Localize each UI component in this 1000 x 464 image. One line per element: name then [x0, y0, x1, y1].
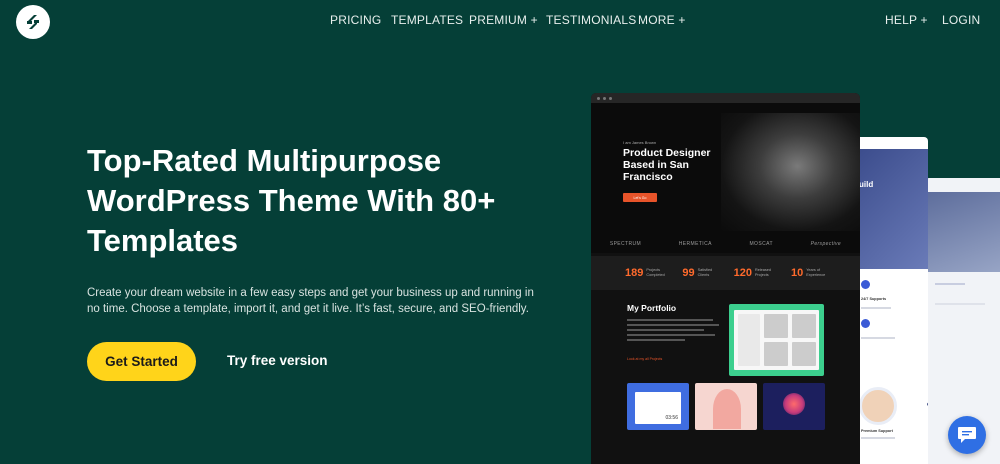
- text-line: [627, 334, 716, 336]
- portfolio-text: [627, 319, 723, 344]
- portfolio-tile-illustration: [695, 383, 757, 430]
- template-hero-image: [855, 149, 928, 269]
- feature-text: our: [927, 402, 928, 408]
- support-avatar: [859, 387, 897, 425]
- mockup-hero: I am James Brown Product Designer Based …: [591, 103, 860, 253]
- fashion-screenshot: [734, 310, 819, 370]
- window-dot: [597, 96, 600, 100]
- portfolio-tile-calendar: 03:56: [627, 383, 689, 430]
- hero-subtitle: Create your dream website in a few easy …: [87, 287, 534, 315]
- portfolio-title: My Portfolio: [627, 303, 677, 313]
- z-logo-icon: [27, 15, 39, 29]
- top-nav: PRICING TEMPLATES PREMIUM + TESTIMONIALS…: [0, 0, 1000, 40]
- stat-value: 189: [625, 267, 644, 279]
- stat-label: Years of Experience: [806, 268, 826, 277]
- stat-item: 99 Satisfied Clients: [682, 267, 719, 279]
- client-logos: SPECTRUM HERMETICA MOSCAT Perspective: [591, 241, 860, 247]
- calendar-widget: 03:56: [635, 392, 681, 424]
- hero-title: Top-Rated Multipurpose WordPress Theme W…: [87, 143, 496, 258]
- client-logo: HERMETICA: [678, 241, 712, 247]
- client-logo: MOSCAT: [749, 241, 773, 247]
- template-heading: uild: [859, 180, 874, 189]
- image-block: [792, 342, 816, 366]
- text-line: [861, 307, 891, 309]
- portfolio-tile-abstract: [763, 383, 825, 430]
- stat-label: Released Projects: [754, 268, 772, 277]
- window-dot: [603, 96, 606, 100]
- stat-value: 120: [733, 267, 752, 279]
- calendar-time: 03:56: [665, 415, 678, 421]
- stat-label: Projects Completed: [646, 268, 665, 277]
- text-line: [861, 337, 895, 339]
- support-label: 24/7 Supports: [861, 297, 887, 301]
- image-block: [764, 314, 788, 338]
- nav-more[interactable]: MORE +: [638, 13, 686, 27]
- chat-button[interactable]: [948, 416, 986, 454]
- text-line: [935, 283, 965, 285]
- client-logo: Perspective: [810, 241, 842, 247]
- image-block: [738, 314, 760, 366]
- stat-item: 189 Projects Completed: [625, 267, 668, 279]
- try-free-version-link[interactable]: Try free version: [227, 353, 328, 368]
- nav-templates[interactable]: TEMPLATES: [391, 13, 463, 27]
- abstract-orb: [783, 393, 805, 415]
- nav-testimonials[interactable]: TESTIMONIALS: [546, 13, 636, 27]
- get-started-button[interactable]: Get Started: [87, 342, 196, 381]
- stat-item: 120 Released Projects: [734, 267, 777, 279]
- text-line: [627, 324, 720, 326]
- image-block: [792, 314, 816, 338]
- template-preview-back: uild 24/7 Supports our Premium Support: [855, 137, 928, 464]
- nav-premium[interactable]: PREMIUM +: [469, 13, 538, 27]
- designer-portrait: [721, 113, 860, 231]
- premium-support-label: Premium Support: [861, 429, 893, 433]
- nav-help[interactable]: HELP +: [885, 13, 928, 27]
- window-dot: [609, 96, 612, 100]
- stat-item: 10 Years of Experience: [791, 267, 828, 279]
- mockup-eyebrow: I am James Brown: [623, 140, 657, 145]
- portfolio-link: Look at my all Projects: [627, 357, 663, 361]
- logo-icon[interactable]: [16, 5, 50, 39]
- browser-bar: [591, 93, 860, 103]
- chat-bubble-icon: [958, 427, 976, 443]
- mockup-cta-button: Let's Go: [623, 193, 657, 202]
- mockup-title: Product Designer Based in San Francisco: [623, 147, 711, 183]
- nav-pricing[interactable]: PRICING: [330, 13, 381, 27]
- client-logo: SPECTRUM: [609, 241, 642, 247]
- text-line: [627, 339, 685, 341]
- text-line: [627, 329, 704, 331]
- nav-login[interactable]: LOGIN: [942, 13, 980, 27]
- stat-value: 10: [790, 267, 804, 279]
- text-line: [935, 303, 985, 305]
- feature-icon: [861, 280, 870, 289]
- text-line: [861, 437, 895, 439]
- illustration-figure: [713, 389, 741, 429]
- team-photo: [925, 192, 1000, 272]
- stat-label: Satisfied Clients: [697, 268, 713, 277]
- text-line: [627, 319, 714, 321]
- portfolio-card-fashion: [729, 304, 824, 376]
- stat-value: 99: [682, 267, 695, 279]
- image-block: [764, 342, 788, 366]
- mockup-stats: 189 Projects Completed 99 Satisfied Clie…: [591, 256, 860, 290]
- template-preview-main: I am James Brown Product Designer Based …: [591, 93, 860, 464]
- feature-icon: [861, 319, 870, 328]
